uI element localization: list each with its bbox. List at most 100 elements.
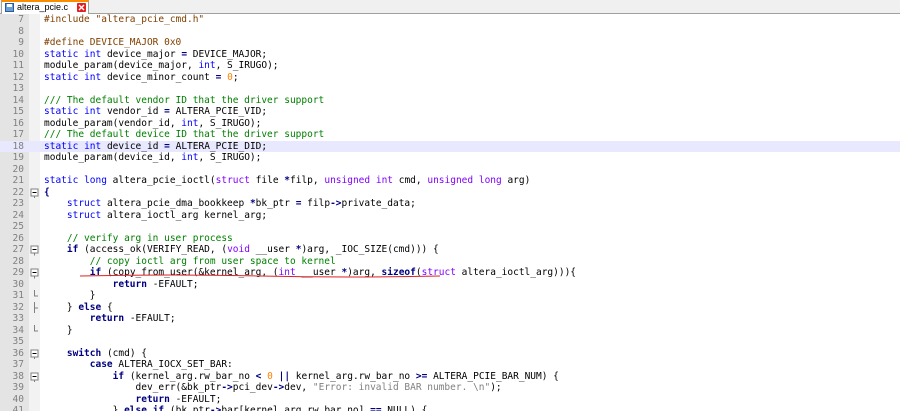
- line-number: 40: [12, 393, 24, 405]
- line-number: 23: [12, 198, 24, 209]
- code-line[interactable]: 14 /// The default vendor ID that the dri…: [0, 95, 900, 107]
- tab-altera-pcie-c[interactable]: altera_pcie.c: [1, 0, 89, 14]
- tab-bar: altera_pcie.c: [0, 0, 900, 14]
- line-number: 15: [12, 106, 24, 117]
- code-line[interactable]: 38 if (kernel_arg.rw_bar_no < 0 || kerne…: [0, 370, 900, 383]
- line-number: 32: [12, 301, 24, 313]
- code-line[interactable]: 22 {: [0, 186, 900, 199]
- line-number: 19: [12, 152, 24, 163]
- line-number: 37: [12, 359, 24, 370]
- code-text: // verify arg in user process: [66, 232, 233, 244]
- code-line[interactable]: 8: [0, 26, 900, 38]
- line-number: 20: [12, 163, 24, 175]
- line-number: 35: [12, 336, 24, 347]
- fold-end-marker: [34, 324, 38, 331]
- code-text: case ALTERA_IOCX_SET_BAR:: [89, 359, 233, 370]
- code-line[interactable]: 41 } else if (bk_ptr->bar[kernel_arg.rw_…: [0, 405, 900, 411]
- code-line[interactable]: 13: [0, 83, 900, 95]
- line-number: 14: [12, 94, 24, 106]
- code-line[interactable]: 28 // copy ioctl arg from user space to …: [0, 256, 900, 268]
- code-line[interactable]: 12 static int device_minor_count = 0;: [0, 72, 900, 84]
- spellcheck-squiggle: [80, 274, 440, 278]
- code-line[interactable]: 9 #define DEVICE_MAJOR 0x0: [0, 37, 900, 49]
- line-number: 41: [12, 405, 24, 411]
- code-line[interactable]: 34 }: [0, 324, 900, 337]
- code-text: static int vendor_id = ALTERA_PCIE_VID;: [44, 106, 268, 117]
- code-text: module_param(device_id, int, S_IRUGO);: [44, 152, 262, 163]
- line-number: 18: [12, 140, 24, 152]
- code-line[interactable]: 19 module_param(device_id, int, S_IRUGO);: [0, 152, 900, 164]
- fold-collapse-icon[interactable]: [30, 371, 39, 383]
- line-number: 22: [12, 186, 24, 198]
- fold-end-marker: [34, 290, 38, 297]
- code-line[interactable]: 7 #include "altera_pcie_cmd.h": [0, 14, 900, 26]
- line-number: 8: [18, 25, 24, 37]
- code-line[interactable]: 16 module_param(vendor_id, int, S_IRUGO);: [0, 118, 900, 130]
- code-line[interactable]: 32 } else {: [0, 301, 900, 313]
- line-number: 33: [12, 313, 24, 324]
- code-line[interactable]: 23 struct altera_pcie_dma_bookkeep *bk_p…: [0, 198, 900, 210]
- line-number: 29: [12, 267, 24, 278]
- line-number: 31: [12, 290, 24, 301]
- code-editor[interactable]: 7 #include "altera_pcie_cmd.h" 8 9 #define D…: [0, 14, 900, 411]
- fold-mid-marker: [34, 301, 38, 313]
- line-number: 21: [12, 175, 24, 186]
- code-line[interactable]: 26 // verify arg in user process: [0, 233, 900, 245]
- code-text: if (kernel_arg.rw_bar_no < 0 || kernel_a…: [112, 370, 559, 382]
- code-text: {: [44, 186, 50, 198]
- code-line[interactable]: 10 static int device_major = DEVICE_MAJOR…: [0, 49, 900, 61]
- code-line[interactable]: 17 /// The default device ID that the dri…: [0, 129, 900, 141]
- line-number: 25: [12, 221, 24, 232]
- code-line[interactable]: 37 case ALTERA_IOCX_SET_BAR:: [0, 359, 900, 371]
- code-text: struct altera_ioctl_arg kernel_arg;: [66, 209, 268, 221]
- code-text: #define DEVICE_MAJOR 0x0: [44, 37, 182, 48]
- code-line[interactable]: 36 switch (cmd) {: [0, 347, 900, 360]
- code-line[interactable]: 20: [0, 164, 900, 176]
- line-number: 24: [12, 209, 24, 221]
- code-line[interactable]: 35: [0, 336, 900, 348]
- file-icon: [5, 3, 14, 12]
- line-number: 38: [12, 370, 24, 382]
- code-line[interactable]: 15 static int vendor_id = ALTERA_PCIE_VID…: [0, 106, 900, 118]
- code-text: #include "altera_pcie_cmd.h": [44, 14, 205, 25]
- fold-collapse-icon[interactable]: [30, 267, 39, 279]
- line-number: 39: [12, 382, 24, 393]
- code-text: static int device_id = ALTERA_PCIE_DID;: [44, 140, 268, 152]
- code-text: struct altera_pcie_dma_bookkeep *bk_ptr …: [66, 198, 416, 209]
- code-text: static int device_minor_count = 0;: [44, 71, 239, 83]
- code-text: static long altera_pcie_ioctl(struct fil…: [44, 175, 531, 186]
- code-text: dev_err(&bk_ptr->pci_dev->dev, "Error: i…: [44, 382, 502, 393]
- code-text: } else {: [44, 301, 113, 313]
- line-number: 30: [12, 278, 24, 290]
- line-number: 7: [18, 14, 24, 25]
- code-line[interactable]: 31 }: [0, 290, 900, 302]
- code-line[interactable]: 39 dev_err(&bk_ptr->pci_dev->dev, "Error…: [0, 382, 900, 394]
- code-line[interactable]: 21 static long altera_pcie_ioctl(struct f…: [0, 175, 900, 187]
- tab-label: altera_pcie.c: [17, 2, 69, 12]
- fold-collapse-icon[interactable]: [30, 348, 39, 360]
- close-icon[interactable]: [77, 3, 86, 12]
- code-line[interactable]: 11 module_param(device_major, int, S_IRUG…: [0, 60, 900, 72]
- fold-collapse-icon[interactable]: [30, 187, 39, 199]
- code-line[interactable]: 30 return -EFAULT;: [0, 279, 900, 291]
- code-text: }: [44, 290, 96, 301]
- line-number: 12: [12, 71, 24, 83]
- code-line[interactable]: 18 static int device_id = ALTERA_PCIE_DID…: [0, 140, 900, 152]
- code-line[interactable]: 33 return -EFAULT;: [0, 313, 900, 325]
- code-line[interactable]: 25: [0, 221, 900, 233]
- line-number: 10: [12, 48, 24, 60]
- line-number: 16: [12, 117, 24, 129]
- code-line[interactable]: 27 if (access_ok(VERIFY_READ, (void __us…: [0, 244, 900, 256]
- line-number: 27: [12, 244, 24, 255]
- code-text: }: [44, 324, 73, 336]
- fold-collapse-icon[interactable]: [30, 244, 39, 256]
- code-text: if (access_ok(VERIFY_READ, (void __user …: [66, 244, 439, 255]
- code-text: /// The default vendor ID that the drive…: [44, 94, 325, 106]
- line-number: 36: [12, 347, 24, 359]
- code-text: module_param(device_major, int, S_IRUGO)…: [44, 60, 279, 71]
- code-text: return -EFAULT;: [112, 278, 199, 290]
- line-number: 13: [12, 83, 24, 94]
- code-line[interactable]: 24 struct altera_ioctl_arg kernel_arg;: [0, 210, 900, 222]
- line-number: 34: [12, 324, 24, 336]
- code-line[interactable]: 40 return -EFAULT;: [0, 394, 900, 406]
